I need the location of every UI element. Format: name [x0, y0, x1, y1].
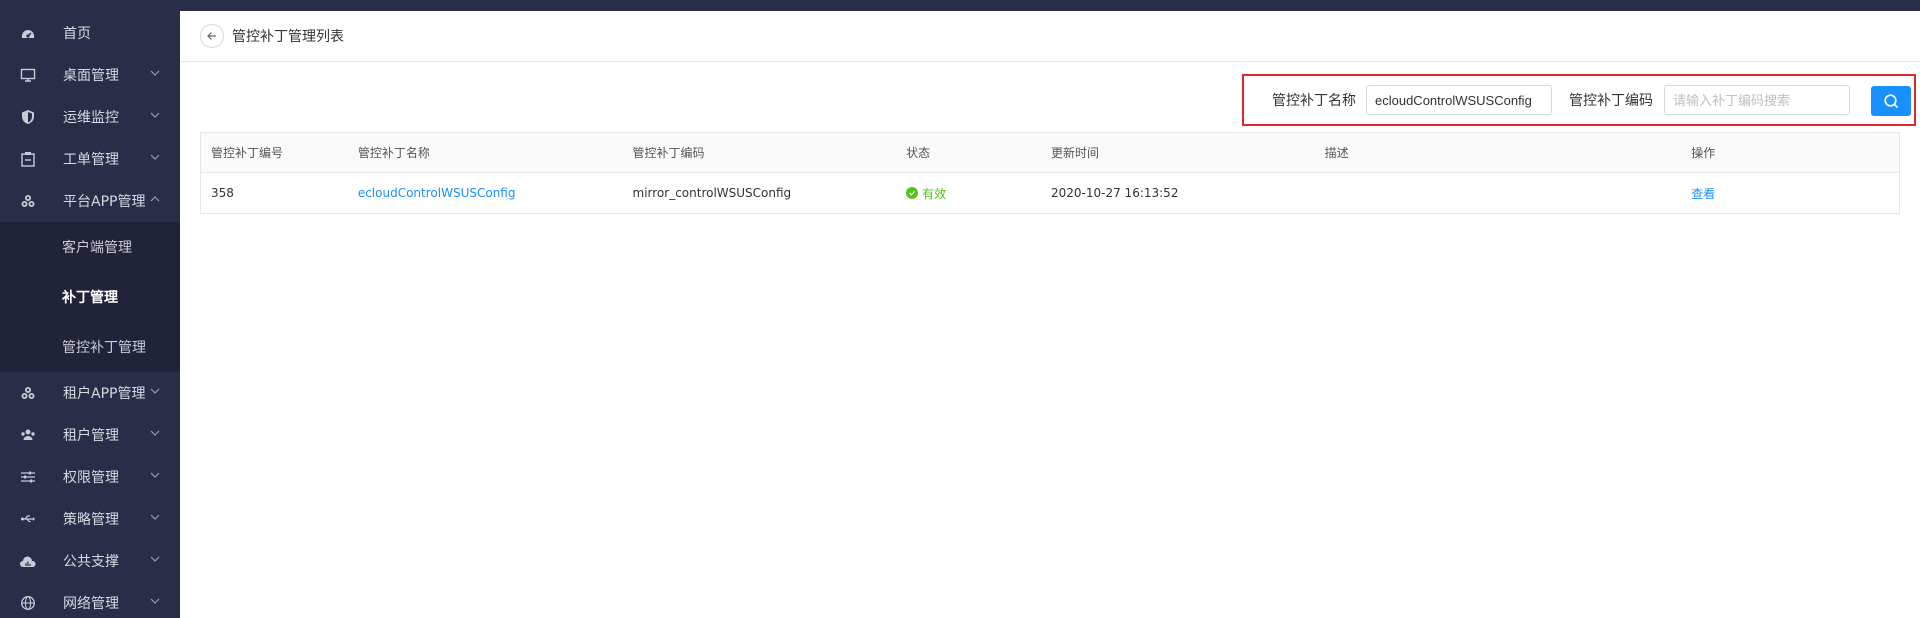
sidebar-item-tenant[interactable]: 租户管理 [0, 414, 180, 456]
top-bar [180, 0, 1920, 11]
patch-code-input[interactable] [1664, 85, 1850, 115]
patch-name-input[interactable] [1366, 85, 1552, 115]
globe-icon [19, 594, 37, 612]
monitor-icon [19, 66, 37, 84]
patch-table: 管控补丁编号 管控补丁名称 管控补丁编码 状态 更新时间 描述 操作 358 e… [200, 132, 1900, 214]
sidebar-item-network[interactable]: 网络管理 [0, 582, 180, 618]
patch-code-label: 管控补丁编码 [1569, 93, 1653, 109]
sidebar-item-ops-monitor[interactable]: 运维监控 [0, 96, 180, 138]
sidebar-item-home[interactable]: 首页 [0, 12, 180, 54]
cell-name-link[interactable]: ecloudControlWSUSConfig [348, 186, 623, 200]
view-link[interactable]: 查看 [1681, 185, 1899, 202]
search-button[interactable] [1871, 86, 1911, 116]
column-header: 更新时间 [1051, 146, 1100, 160]
users-icon [19, 426, 37, 444]
column-header: 管控补丁编码 [632, 146, 705, 160]
sidebar-item-permission[interactable]: 权限管理 [0, 456, 180, 498]
clipboard-icon [19, 150, 37, 168]
sidebar-item-tenant-app[interactable]: 租户APP管理 [0, 372, 180, 414]
platform-app-submenu: 客户端管理 补丁管理 管控补丁管理 [0, 222, 180, 372]
sidebar-item-public-support[interactable]: 公共支撑 [0, 540, 180, 582]
page-title: 管控补丁管理列表 [232, 29, 344, 45]
sidebar-item-desktop[interactable]: 桌面管理 [0, 54, 180, 96]
sidebar-item-label: 运维监控 [63, 110, 119, 126]
chevron-down-icon [150, 514, 160, 520]
sidebar-item-label: 公共支撑 [63, 554, 119, 570]
sidebar-item-policy[interactable]: 策略管理 [0, 498, 180, 540]
dashboard-icon [19, 24, 37, 42]
sidebar-item-label: 首页 [63, 26, 91, 42]
submenu-item-client[interactable]: 客户端管理 [0, 222, 180, 272]
cell-code: mirror_controlWSUSConfig [632, 186, 792, 200]
sidebar-item-label: 租户管理 [63, 428, 119, 444]
status-text: 有效 [922, 186, 947, 201]
sidebar-item-platform-app[interactable]: 平台APP管理 [0, 180, 180, 222]
sidebar-item-label: 策略管理 [63, 512, 119, 528]
chevron-down-icon [150, 430, 160, 436]
chevron-down-icon [150, 112, 160, 118]
table-row: 358 ecloudControlWSUSConfig mirror_contr… [201, 173, 1899, 213]
cloud-chart-icon [19, 552, 37, 570]
sidebar-item-label: 权限管理 [63, 470, 119, 486]
cubes-icon [19, 384, 37, 402]
patch-name-label: 管控补丁名称 [1272, 93, 1356, 109]
sidebar-item-label: 桌面管理 [63, 68, 119, 84]
shield-icon [19, 108, 37, 126]
chevron-up-icon [150, 196, 160, 202]
sidebar-item-label: 网络管理 [63, 596, 119, 612]
column-header: 操作 [1691, 146, 1716, 160]
sliders-icon [19, 468, 37, 486]
column-header: 管控补丁编号 [211, 146, 284, 160]
sidebar: 首页 桌面管理 运维监控 工单管理 平台APP管理 客户端管理 补丁管理 管控补… [0, 0, 180, 618]
column-header: 状态 [906, 146, 931, 160]
chevron-down-icon [150, 154, 160, 160]
column-header: 描述 [1324, 146, 1349, 160]
back-button[interactable] [200, 24, 224, 48]
sidebar-item-tickets[interactable]: 工单管理 [0, 138, 180, 180]
cell-updated: 2020-10-27 16:13:52 [1051, 186, 1179, 200]
chevron-down-icon [150, 556, 160, 562]
page-header: 管控补丁管理列表 [180, 11, 1920, 62]
chevron-down-icon [150, 388, 160, 394]
sidebar-item-label: 租户APP管理 [63, 386, 146, 402]
cell-status: 有效 [896, 185, 1041, 202]
check-circle-icon [906, 187, 919, 199]
submenu-item-patch[interactable]: 补丁管理 [0, 272, 180, 322]
cubes-icon [19, 192, 37, 210]
arrow-left-icon [207, 32, 216, 40]
column-header: 管控补丁名称 [357, 146, 430, 160]
cell-id: 358 [211, 186, 234, 200]
search-form: 管控补丁名称 管控补丁编码 [1242, 74, 1916, 126]
status-badge: 有效 [906, 185, 1041, 202]
usb-icon [19, 510, 37, 528]
chevron-down-icon [150, 472, 160, 478]
chevron-down-icon [150, 70, 160, 76]
sidebar-item-label: 平台APP管理 [63, 194, 146, 210]
submenu-item-control-patch[interactable]: 管控补丁管理 [0, 322, 180, 372]
main-content: 管控补丁管理列表 管控补丁名称 管控补丁编码 管控补丁编号 管控补丁名称 管控补… [180, 11, 1920, 618]
search-icon [1884, 94, 1899, 109]
chevron-down-icon [150, 598, 160, 604]
sidebar-item-label: 工单管理 [63, 152, 119, 168]
table-header: 管控补丁编号 管控补丁名称 管控补丁编码 状态 更新时间 描述 操作 [201, 133, 1899, 173]
